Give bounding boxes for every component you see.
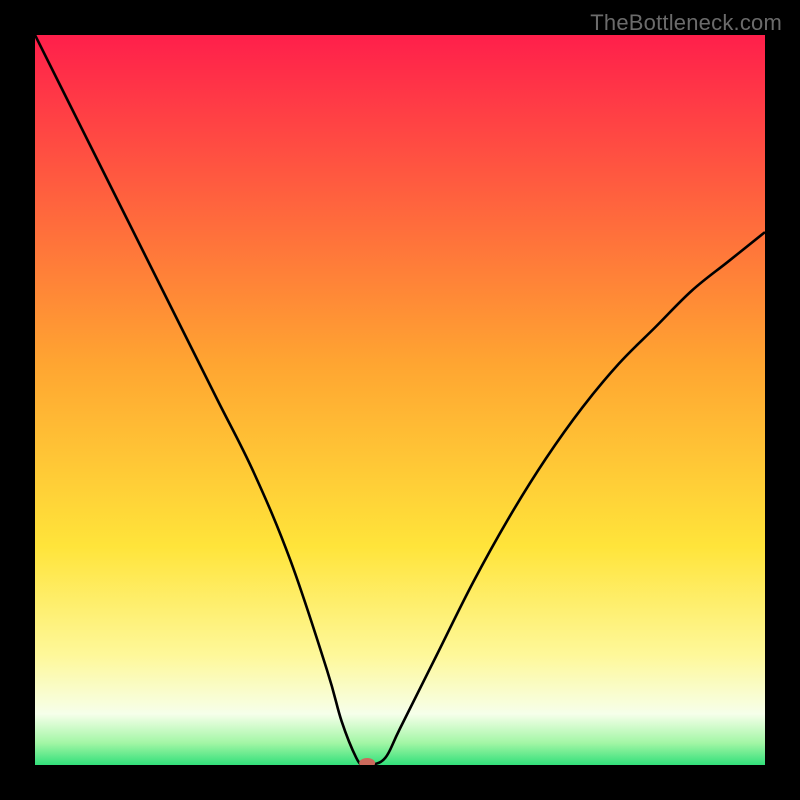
plot-area — [35, 35, 765, 765]
watermark-text: TheBottleneck.com — [590, 10, 782, 36]
chart-svg — [35, 35, 765, 765]
gradient-background — [35, 35, 765, 765]
chart-frame: TheBottleneck.com — [0, 0, 800, 800]
